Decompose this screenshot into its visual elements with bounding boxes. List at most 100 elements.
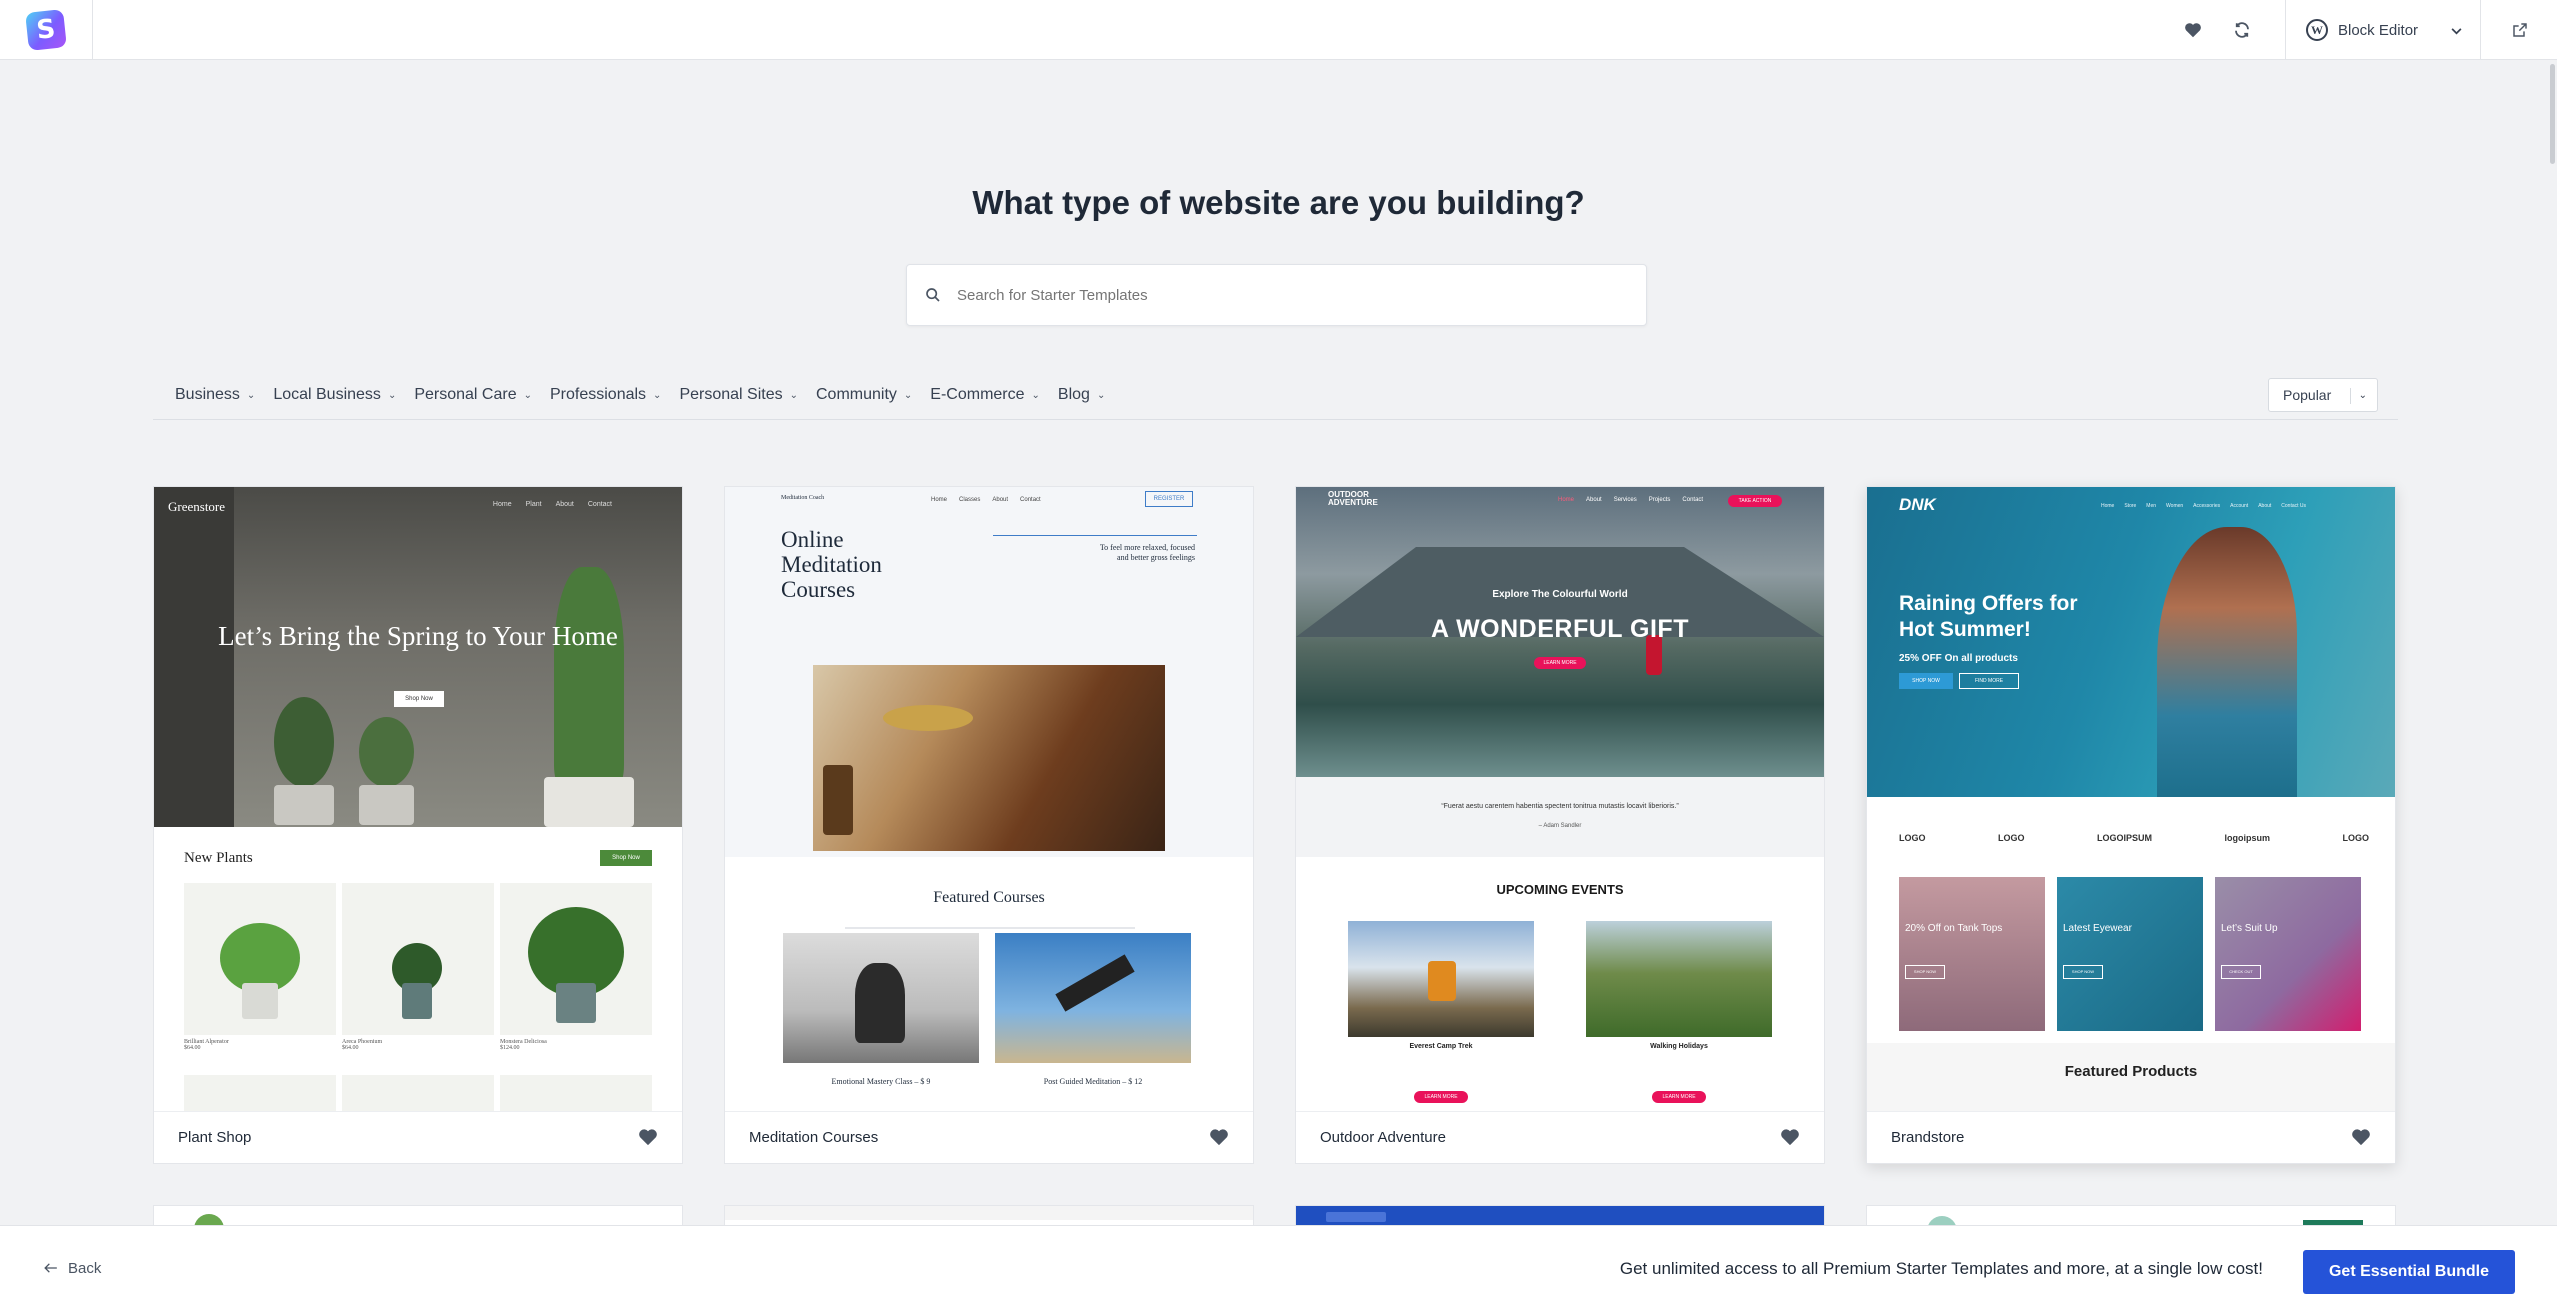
template-preview[interactable]: Meditation Coach Home Classes About Cont…: [725, 487, 1253, 1111]
template-preview[interactable]: Greenstore Home Plant About Contact Let’…: [154, 487, 682, 1111]
preview-promo-title: 20% Off on Tank Tops: [1905, 923, 2003, 934]
preview-event-button: LEARN MORE: [1414, 1091, 1468, 1103]
chevron-down-icon: ⌄: [523, 389, 532, 401]
get-essential-bundle-button[interactable]: Get Essential Bundle: [2303, 1250, 2515, 1294]
wordpress-icon: W: [2306, 19, 2328, 41]
app-logo-area[interactable]: [0, 0, 93, 60]
template-card-outdoor-adventure[interactable]: OUTDOOR ADVENTURE Home About Services Pr…: [1295, 486, 1825, 1164]
category-business[interactable]: Business ⌄: [175, 386, 255, 404]
category-professionals[interactable]: Professionals ⌄: [550, 386, 661, 404]
template-name: Plant Shop: [178, 1129, 252, 1146]
preview-logo: LOGO: [1899, 833, 1926, 843]
back-button[interactable]: Back: [44, 1260, 101, 1277]
category-blog[interactable]: Blog ⌄: [1058, 386, 1105, 404]
preview-nav: Home About Services Projects Contact: [1558, 497, 1703, 503]
preview-event-button: LEARN MORE: [1652, 1091, 1706, 1103]
starter-templates-logo-icon: [25, 9, 67, 51]
preview-hero: Meditation Coach Home Classes About Cont…: [725, 487, 1253, 857]
category-label: Business: [175, 386, 240, 403]
preview-nav-item: Home: [931, 497, 948, 503]
category-label: Professionals: [550, 386, 647, 403]
favorites-heart-icon[interactable]: [2169, 0, 2217, 60]
preview-product-tile: [500, 883, 652, 1035]
preview-image: [813, 665, 1165, 851]
preview-product-tile: [184, 1075, 336, 1111]
search-box[interactable]: [906, 264, 1647, 326]
sort-value: Popular: [2283, 387, 2332, 403]
preview-shop-button: SHOP NOW: [1899, 673, 1953, 689]
preview-nav-item: About: [1586, 497, 1602, 503]
category-label: Personal Care: [414, 386, 517, 403]
favorite-heart-icon[interactable]: [1780, 1128, 1800, 1146]
preview-section-title: UPCOMING EVENTS: [1496, 882, 1624, 897]
preview-course-title: Post Guided Meditation – $ 12: [1043, 1077, 1143, 1086]
scrollbar-thumb[interactable]: [2550, 64, 2555, 164]
preview-logo-strip: LOGO LOGO LOGOIPSUM logoipsum LOGO: [1899, 833, 2369, 843]
preview-promo-button: SHOP NOW: [2063, 965, 2103, 979]
category-personal-sites[interactable]: Personal Sites ⌄: [679, 386, 798, 404]
preview-hero-title: Raining Offers for Hot Summer!: [1899, 592, 2078, 641]
preview-brand: Greenstore: [168, 499, 226, 514]
sort-select[interactable]: Popular ⌄: [2268, 378, 2378, 412]
upsell-message: Get unlimited access to all Premium Star…: [1619, 1259, 2263, 1278]
favorite-heart-icon[interactable]: [1209, 1128, 1229, 1146]
favorite-heart-icon[interactable]: [638, 1128, 658, 1146]
category-label: E-Commerce: [930, 386, 1025, 403]
preview-event-title: Everest Camp Trek: [1409, 1043, 1473, 1050]
category-personal-care[interactable]: Personal Care ⌄: [414, 386, 532, 404]
preview-course-image: [783, 933, 979, 1063]
template-card-footer: Brandstore: [1867, 1111, 2395, 1163]
preview-promo-title: Latest Eyewear: [2063, 923, 2132, 934]
preview-hero-title: Online Meditation Courses: [781, 527, 882, 602]
preview-find-button: FIND MORE: [1959, 673, 2019, 689]
template-preview[interactable]: OUTDOOR ADVENTURE Home About Services Pr…: [1296, 487, 1824, 1111]
preview-hero-title: A WONDERFUL GIFT: [1431, 615, 1689, 643]
preview-brand: Meditation Coach: [781, 495, 825, 501]
preview-nav-item: About: [555, 501, 574, 508]
preview-hero: DNK Home Store Men Women Accessories Acc…: [1867, 487, 2395, 797]
template-name: Brandstore: [1891, 1129, 1965, 1146]
template-preview[interactable]: DNK Home Store Men Women Accessories Acc…: [1867, 487, 2395, 1111]
page-builder-select[interactable]: W Block Editor: [2285, 0, 2481, 60]
preview-product-tile: [500, 1075, 652, 1111]
preview-product-price: $64.00: [342, 1045, 359, 1051]
preview-logo: logoipsum: [2224, 833, 2270, 843]
category-local-business[interactable]: Local Business ⌄: [273, 386, 396, 404]
preview-product-price: $124.00: [500, 1045, 520, 1051]
preview-brand: OUTDOOR ADVENTURE: [1328, 490, 1378, 507]
template-card-meditation-courses[interactable]: Meditation Coach Home Classes About Cont…: [724, 486, 1254, 1164]
search-input[interactable]: [955, 285, 1605, 305]
preview-hero: OUTDOOR ADVENTURE Home About Services Pr…: [1296, 487, 1824, 777]
template-card-brandstore[interactable]: DNK Home Store Men Women Accessories Acc…: [1866, 486, 2396, 1164]
preview-nav-item: Home: [492, 501, 512, 508]
preview-nav-item: Classes: [959, 497, 981, 503]
category-e-commerce[interactable]: E-Commerce ⌄: [930, 386, 1040, 404]
chevron-down-icon: ⌄: [653, 389, 662, 401]
preview-product-price: $64.00: [184, 1045, 201, 1051]
preview-hero-title: Let’s Bring the Spring to Your Home: [218, 621, 618, 651]
preview-nav: Home Store Men Women Accessories Account…: [2101, 503, 2306, 509]
preview-nav-item: About: [992, 497, 1009, 503]
preview-promo-title: Let’s Suit Up: [2221, 923, 2278, 934]
preview-nav-item: Account: [2230, 503, 2249, 509]
preview-section-title: Featured Courses: [933, 889, 1045, 906]
arrow-left-icon: [44, 1260, 58, 1277]
preview-nav-item: Contact Us: [2281, 503, 2307, 509]
external-link-icon[interactable]: [2496, 0, 2544, 60]
preview-nav-button: TAKE ACTION: [1728, 495, 1782, 507]
template-card-plant-shop[interactable]: Greenstore Home Plant About Contact Let’…: [153, 486, 683, 1164]
preview-promo-tile: Let’s Suit Up CHECK OUT: [2215, 877, 2361, 1031]
preview-nav-item: Contact: [1682, 497, 1704, 503]
preview-nav: Home Plant About Contact: [493, 501, 612, 508]
favorite-heart-icon[interactable]: [2351, 1128, 2371, 1146]
chevron-down-icon: ⌄: [387, 389, 397, 401]
preview-nav-item: About: [2258, 503, 2272, 509]
preview-nav-item: Projects: [1648, 497, 1671, 503]
preview-section-title: Featured Products: [1867, 1043, 2395, 1111]
preview-nav-item: Accessories: [2193, 503, 2221, 509]
preview-logo: LOGO: [1997, 833, 2025, 843]
category-community[interactable]: Community ⌄: [816, 386, 912, 404]
template-name: Meditation Courses: [749, 1129, 879, 1146]
sync-refresh-icon[interactable]: [2218, 0, 2266, 60]
page-scrollbar[interactable]: [2547, 60, 2557, 1225]
